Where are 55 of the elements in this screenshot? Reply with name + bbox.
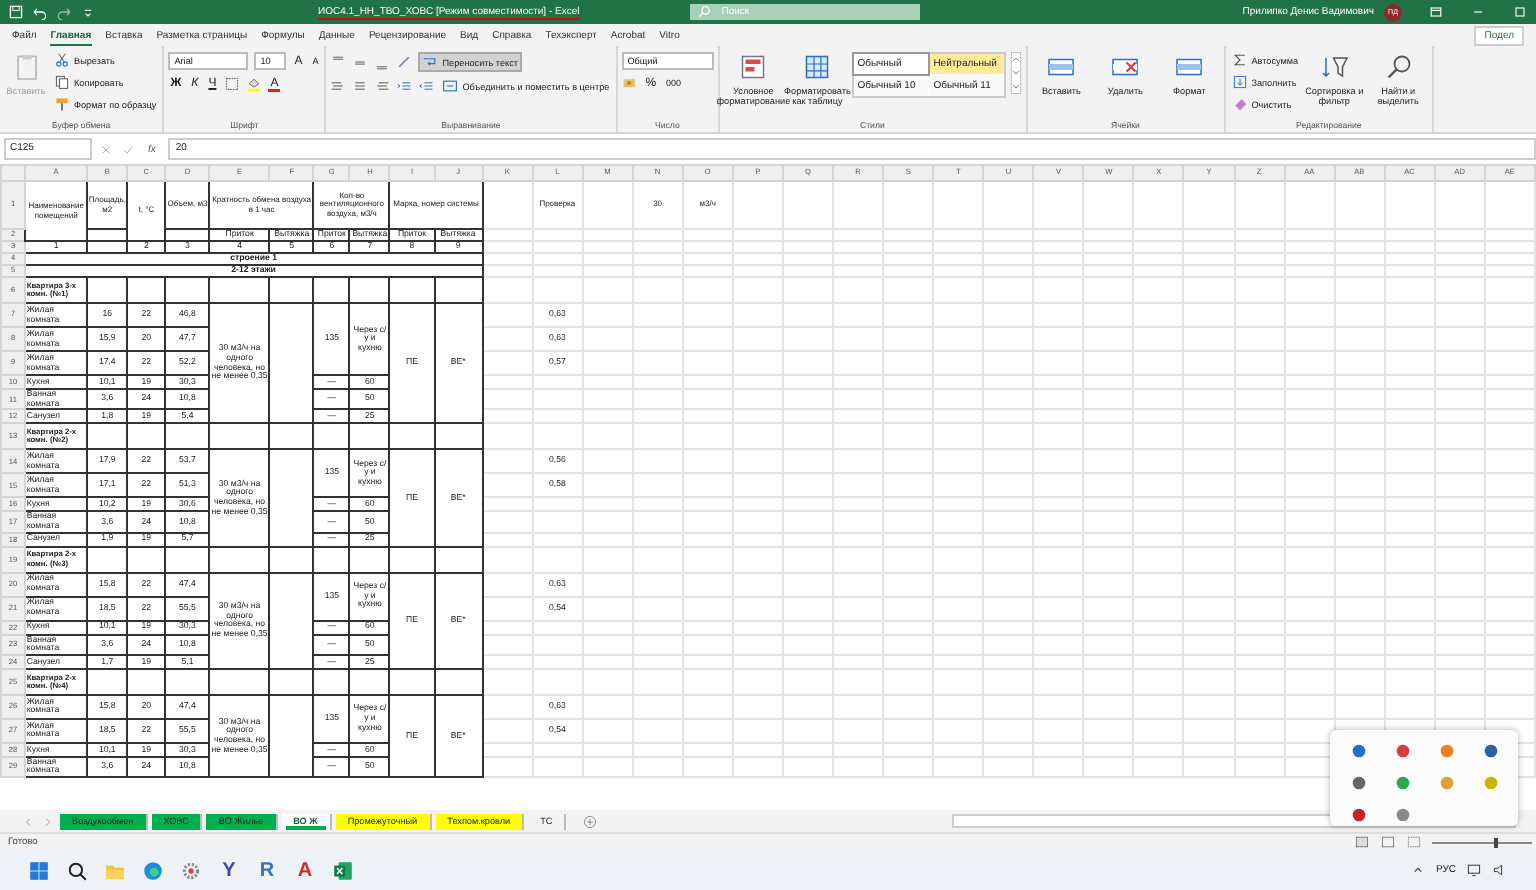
- app-icon[interactable]: R: [256, 859, 278, 881]
- customize-icon[interactable]: [80, 4, 96, 20]
- undo-icon[interactable]: [32, 4, 48, 20]
- add-sheet-icon[interactable]: [582, 813, 599, 829]
- gallery-scroll-icon[interactable]: [1009, 52, 1022, 94]
- scissors-icon: [54, 52, 70, 68]
- spreadsheet-app-icon[interactable]: [332, 859, 354, 881]
- sigma-icon: [1231, 52, 1248, 68]
- fill-down-icon: [1231, 74, 1248, 90]
- app-icon[interactable]: Y: [218, 859, 240, 881]
- indent-icon[interactable]: [396, 78, 413, 94]
- tray-app-icon[interactable]: [1394, 774, 1412, 792]
- tray-app-icon[interactable]: [1482, 742, 1500, 760]
- borders-icon[interactable]: [224, 76, 241, 92]
- browser-icon[interactable]: [142, 859, 164, 881]
- cancel-icon[interactable]: [98, 141, 114, 157]
- clipboard-icon: [11, 52, 41, 82]
- tray-app-icon[interactable]: [1350, 742, 1368, 760]
- gear-icon[interactable]: [180, 859, 202, 881]
- network-icon[interactable]: [1466, 862, 1482, 878]
- search-icon[interactable]: [66, 859, 88, 881]
- tray-app-icon[interactable]: [1394, 806, 1412, 824]
- conditional-formatting-icon: [738, 52, 769, 82]
- enter-icon[interactable]: [120, 141, 136, 157]
- tray-app-icon[interactable]: [1350, 774, 1368, 792]
- copy-icon: [54, 74, 70, 90]
- align-icon[interactable]: [330, 78, 347, 94]
- tray-app-icon[interactable]: [1438, 742, 1456, 760]
- maximize-icon[interactable]: [1512, 4, 1528, 20]
- merge-icon: [442, 78, 459, 94]
- chevron-up-icon[interactable]: [1409, 862, 1426, 878]
- ribbon-display-icon[interactable]: [1428, 4, 1444, 20]
- windows-start-icon[interactable]: [28, 859, 50, 881]
- align-icon[interactable]: [352, 78, 369, 94]
- wrap-text-icon: [422, 54, 439, 70]
- page-break-icon[interactable]: [1406, 834, 1422, 850]
- sort-filter-icon: [1319, 52, 1350, 82]
- orientation-icon[interactable]: [396, 54, 413, 70]
- speaker-icon[interactable]: [1492, 862, 1508, 878]
- search-icon: [1383, 52, 1414, 82]
- fill-color-icon[interactable]: [246, 76, 263, 92]
- paintbrush-icon: [54, 96, 70, 112]
- currency-icon[interactable]: [621, 76, 638, 92]
- normal-view-icon[interactable]: [1354, 834, 1370, 850]
- page-layout-icon[interactable]: [1380, 834, 1396, 850]
- table-icon: [802, 52, 833, 82]
- tray-app-icon[interactable]: [1350, 806, 1368, 824]
- search-icon: [695, 4, 712, 20]
- redo-icon[interactable]: [56, 4, 72, 20]
- tray-app-icon[interactable]: [1394, 742, 1412, 760]
- align-icon[interactable]: [374, 78, 391, 94]
- eraser-icon: [1231, 96, 1248, 112]
- app-icon[interactable]: A: [294, 859, 316, 881]
- save-icon[interactable]: [8, 4, 24, 20]
- indent-icon[interactable]: [418, 78, 435, 94]
